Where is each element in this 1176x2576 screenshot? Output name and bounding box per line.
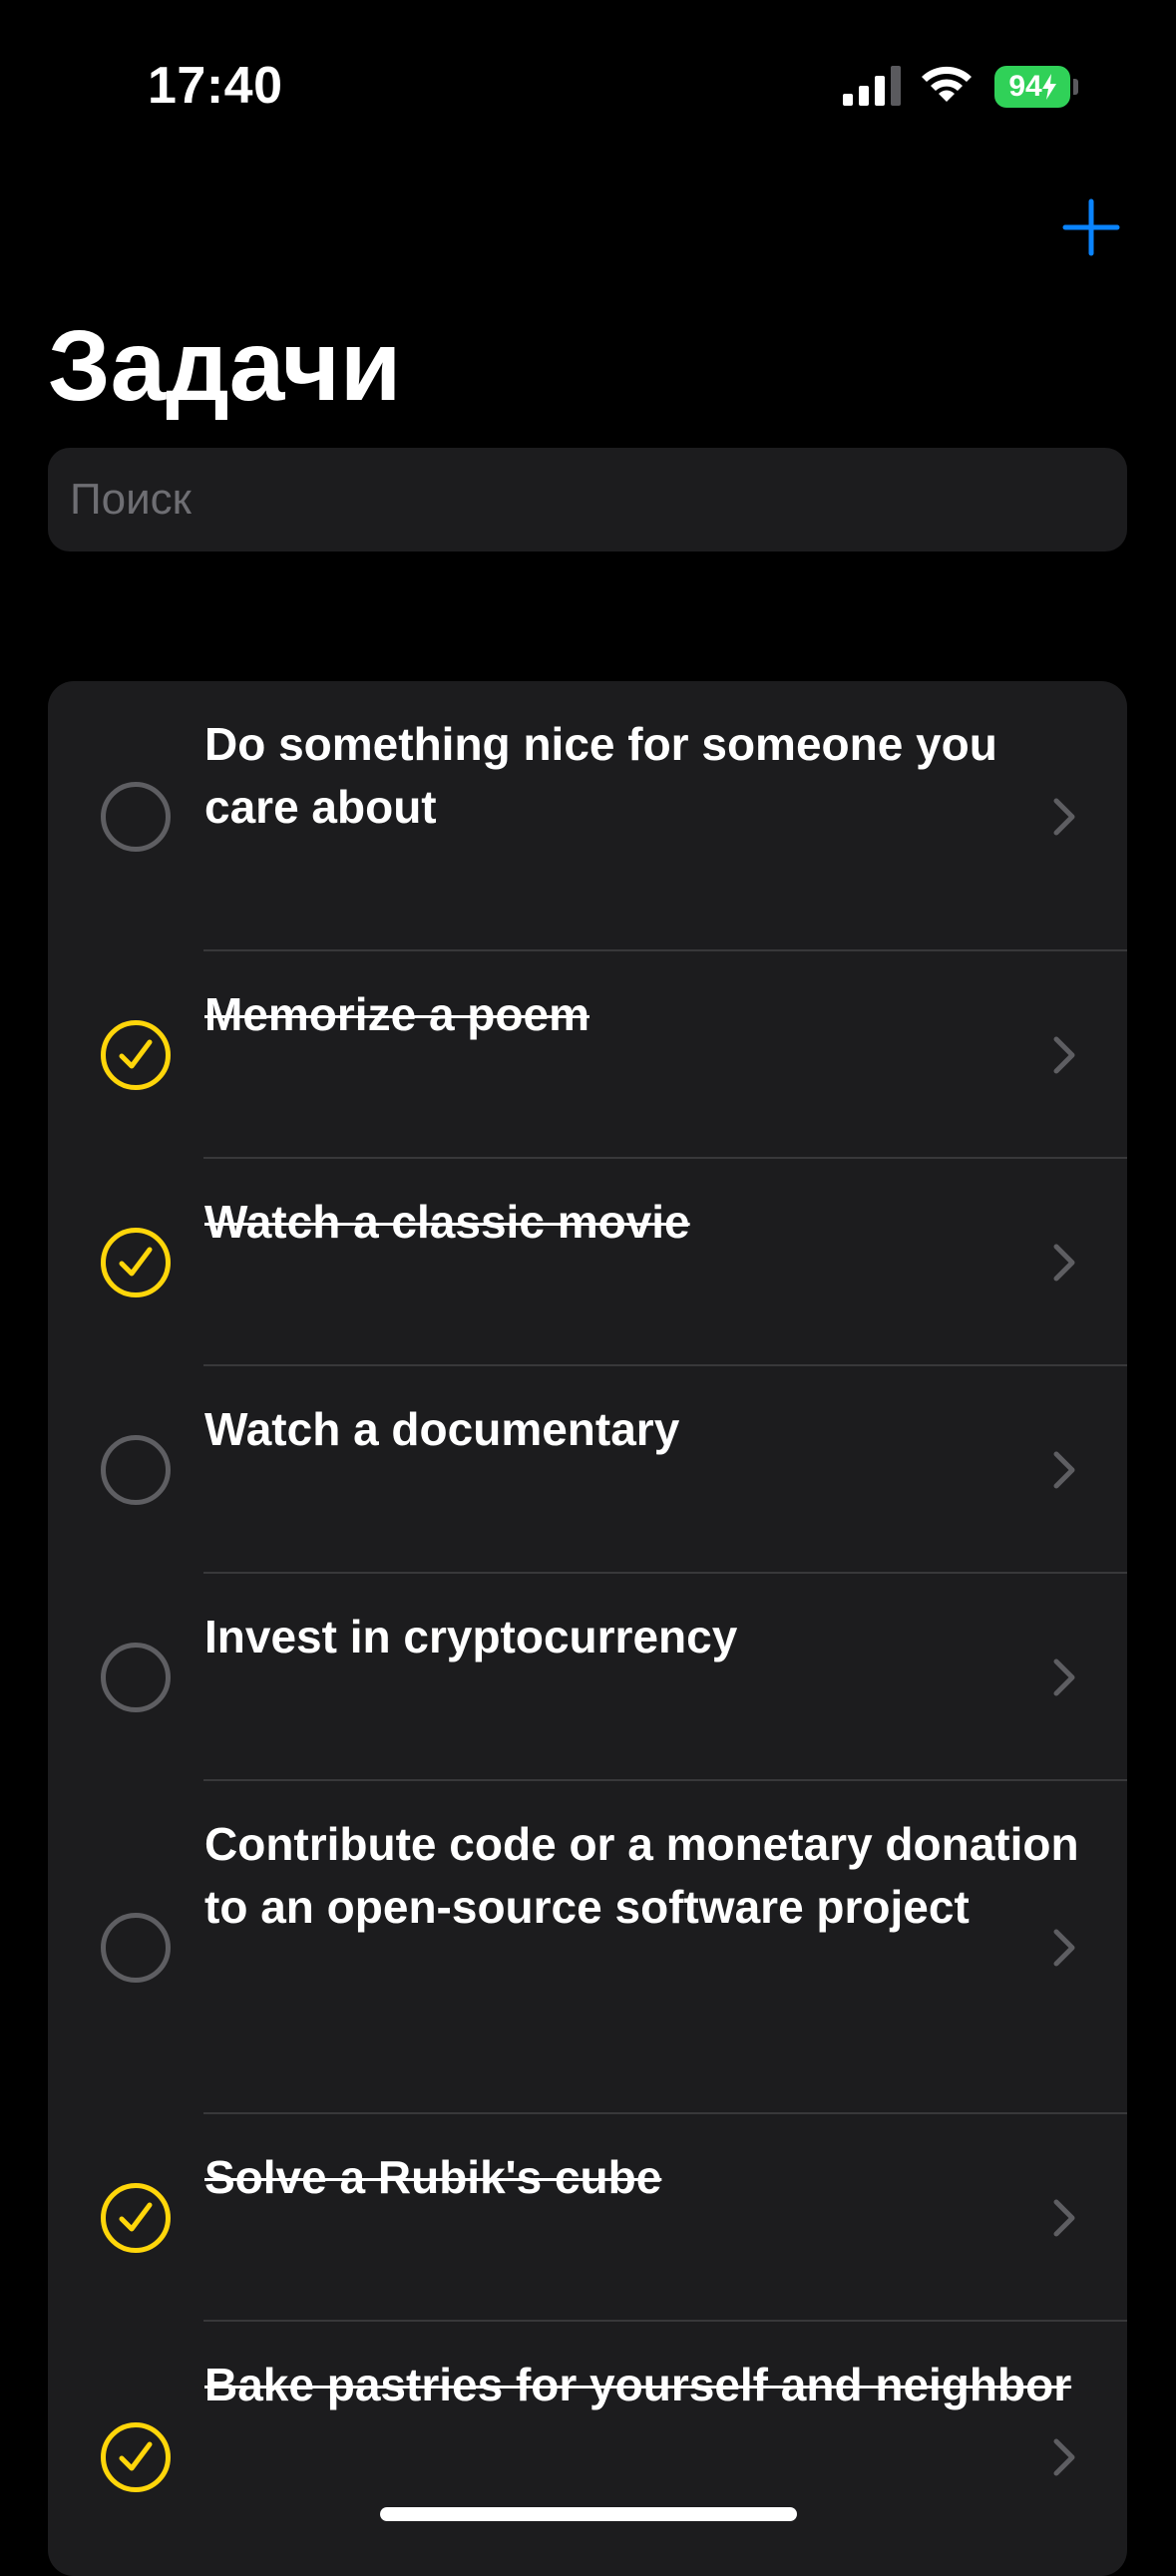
incomplete-circle-icon[interactable] [101, 1435, 171, 1505]
task-row[interactable]: Invest in cryptocurrency [48, 1574, 1127, 1781]
completed-checkmark-icon[interactable] [101, 2183, 171, 2253]
completed-checkmark-icon[interactable] [101, 1020, 171, 1090]
completed-checkmark-icon[interactable] [101, 2422, 171, 2492]
task-row[interactable]: Contribute code or a monetary donation t… [48, 1781, 1127, 2114]
charging-bolt-icon [1041, 74, 1056, 100]
task-list: Do something nice for someone you care a… [48, 681, 1127, 2576]
add-task-button[interactable] [1061, 197, 1121, 257]
task-row[interactable]: Solve a Rubik's cube [48, 2114, 1127, 2322]
status-time: 17:40 [148, 57, 283, 115]
wifi-icon [922, 66, 972, 102]
chevron-right-icon [1053, 2438, 1075, 2476]
chevron-right-icon [1053, 1451, 1075, 1489]
battery-level: 94 [994, 66, 1070, 108]
battery-indicator: 94 [994, 66, 1078, 108]
chevron-right-icon [1053, 1658, 1075, 1696]
task-title: Memorize a poem [204, 988, 589, 1040]
task-title: Solve a Rubik's cube [204, 2151, 662, 2203]
battery-percent: 94 [1008, 70, 1042, 103]
task-title: Do something nice for someone you care a… [204, 718, 997, 833]
task-row[interactable]: Bake pastries for yourself and neighbor [48, 2322, 1127, 2576]
incomplete-circle-icon[interactable] [101, 1913, 171, 1983]
incomplete-circle-icon[interactable] [101, 1643, 171, 1712]
plus-icon [1062, 198, 1120, 256]
incomplete-circle-icon[interactable] [101, 782, 171, 852]
task-row[interactable]: Do something nice for someone you care a… [48, 681, 1127, 951]
task-title: Invest in cryptocurrency [204, 1611, 738, 1662]
chevron-right-icon [1053, 2199, 1075, 2237]
completed-checkmark-icon[interactable] [101, 1228, 171, 1297]
task-title: Watch a documentary [204, 1403, 680, 1455]
chevron-right-icon [1053, 1036, 1075, 1074]
home-indicator[interactable] [380, 2507, 797, 2521]
search-bar[interactable] [48, 448, 1127, 552]
page-title: Задачи [48, 310, 402, 422]
chevron-right-icon [1053, 1244, 1075, 1282]
task-row[interactable]: Watch a classic movie [48, 1159, 1127, 1366]
task-row[interactable]: Memorize a poem [48, 951, 1127, 1159]
chevron-right-icon [1053, 798, 1075, 836]
task-title: Contribute code or a monetary donation t… [204, 1818, 1079, 1933]
task-row[interactable]: Watch a documentary [48, 1366, 1127, 1574]
cellular-signal-icon [843, 66, 901, 106]
chevron-right-icon [1053, 1929, 1075, 1967]
status-bar: 17:40 94 [0, 0, 1176, 160]
search-input[interactable] [70, 448, 1107, 552]
battery-cap [1073, 79, 1078, 95]
task-title: Bake pastries for yourself and neighbor [204, 2359, 1072, 2410]
task-title: Watch a classic movie [204, 1196, 690, 1248]
